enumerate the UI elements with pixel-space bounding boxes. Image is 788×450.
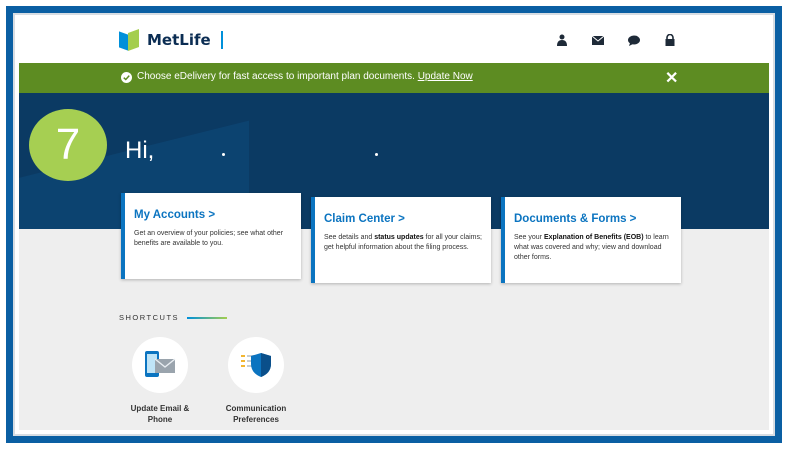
top-nav: MetLife (19, 19, 769, 63)
metlife-logo[interactable]: MetLife (119, 28, 223, 52)
claim-center-card[interactable]: Claim Center > See details and status up… (311, 197, 491, 283)
banner-message: Choose eDelivery for fast access to impo… (137, 71, 415, 82)
edelivery-banner: Choose eDelivery for fast access to impo… (19, 63, 769, 93)
mail-icon[interactable] (591, 33, 605, 47)
lock-icon[interactable] (663, 33, 677, 47)
update-email-phone-label[interactable]: Update Email & Phone (115, 403, 205, 425)
documents-forms-link[interactable]: Documents & Forms > (514, 213, 636, 225)
inner-frame: MetLife Choose eDelivery for fast access… (13, 13, 775, 436)
outer-frame: MetLife Choose eDelivery for fast access… (6, 6, 782, 443)
my-accounts-link[interactable]: My Accounts > (134, 209, 215, 221)
claim-center-description: See details and status updates for all y… (324, 234, 482, 251)
masked-name-dot (375, 153, 378, 156)
communication-preferences-shortcut[interactable] (228, 337, 284, 393)
nav-icons (555, 33, 677, 47)
my-accounts-card[interactable]: My Accounts > Get an overview of your po… (121, 193, 301, 279)
screen: MetLife Choose eDelivery for fast access… (19, 19, 769, 430)
shield-list-icon (241, 353, 271, 377)
metlife-logo-icon (119, 28, 141, 52)
step-number-badge: 7 (29, 109, 107, 181)
documents-forms-card[interactable]: Documents & Forms > See your Explanation… (501, 197, 681, 283)
shortcuts-divider (187, 316, 228, 319)
communication-preferences-label[interactable]: Communication Preferences (211, 403, 301, 425)
logo-divider (220, 31, 223, 49)
phone-mail-icon (145, 351, 176, 377)
masked-name-dot (222, 153, 225, 156)
documents-forms-description: See your Explanation of Benefits (EOB) t… (514, 234, 669, 261)
brand-name: MetLife (147, 31, 211, 49)
check-circle-icon (121, 72, 132, 83)
shortcuts-heading: SHORTCUTS (119, 313, 228, 322)
close-icon[interactable]: ✕ (665, 68, 678, 88)
claim-center-link[interactable]: Claim Center > (324, 213, 405, 225)
greeting: Hi, (125, 137, 155, 164)
update-email-phone-shortcut[interactable] (132, 337, 188, 393)
my-accounts-description: Get an overview of your policies; see wh… (134, 230, 284, 247)
chat-icon[interactable] (627, 33, 641, 47)
user-icon[interactable] (555, 33, 569, 47)
update-now-link[interactable]: Update Now (418, 71, 473, 82)
